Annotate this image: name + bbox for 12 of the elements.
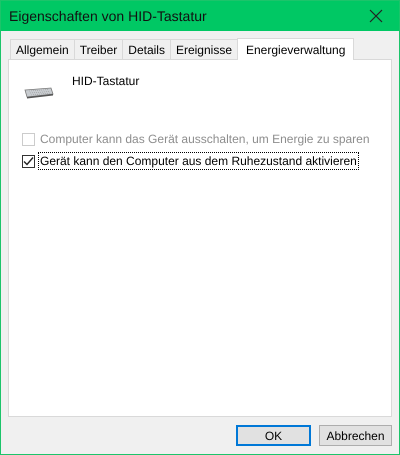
tab[interactable]: Ereignisse xyxy=(170,39,238,59)
tab[interactable]: Allgemein xyxy=(10,39,75,59)
checkbox[interactable] xyxy=(22,154,35,168)
tab[interactable]: Energieverwaltung xyxy=(237,38,354,60)
checkbox-label: Computer kann das Gerät ausschalten, um Energie zu sparen xyxy=(39,131,371,148)
dialog-button[interactable]: OK xyxy=(236,425,311,446)
dialog-button[interactable]: Abbrechen xyxy=(319,425,392,446)
checkbox-label: Gerät kann den Computer aus dem Ruhezustand aktivieren xyxy=(38,152,359,170)
close-icon xyxy=(369,9,383,23)
keyboard-icon xyxy=(22,86,54,100)
window-title: Eigenschaften von HID-Tastatur xyxy=(9,8,207,24)
device-name: HID-Tastatur xyxy=(72,74,140,88)
